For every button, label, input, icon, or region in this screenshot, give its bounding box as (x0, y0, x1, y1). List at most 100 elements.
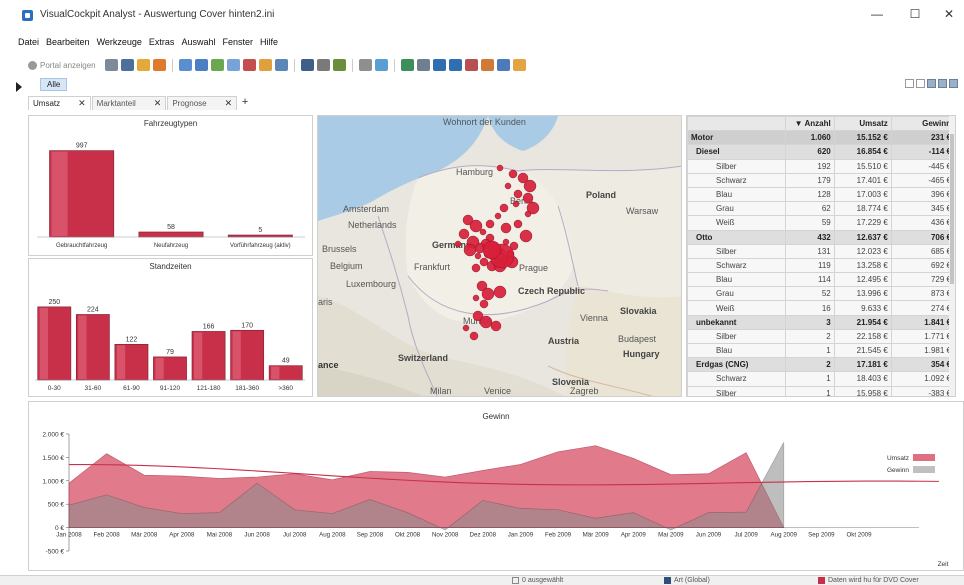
add-tab-button[interactable]: + (238, 96, 252, 110)
folder-icon[interactable] (136, 59, 150, 71)
tab-umsatz[interactable]: Umsatz ✕ (28, 96, 91, 110)
toolbar: Portal anzeigen (28, 57, 526, 73)
table-row[interactable]: Silber 1 15.958 € -383 € (687, 385, 955, 396)
wrench-icon[interactable] (358, 59, 372, 71)
menu-datei[interactable]: Datei (18, 37, 39, 51)
map-icon[interactable] (400, 59, 414, 71)
maximize-button[interactable]: ☐ (904, 6, 926, 22)
menu-fenster[interactable]: Fenster (222, 37, 253, 51)
grid-icon[interactable] (300, 59, 314, 71)
line-chart-icon[interactable] (210, 59, 224, 71)
row-label: Blau (687, 342, 786, 359)
close-icon[interactable]: ✕ (154, 98, 162, 109)
standing-times-chart[interactable]: 250 0-30 224 31-60 122 61-90 79 91-120 166 121-18… (29, 259, 312, 396)
view-grid-icon[interactable] (938, 79, 947, 88)
portal-button[interactable]: Portal anzeigen (28, 60, 96, 70)
pivot-table-panel: ▼ Anzahl Umsatz Gewinn Motor 1.060 15.152 … (686, 115, 956, 397)
menu-werkzeuge[interactable]: Werkzeuge (97, 37, 142, 51)
data-label: 997 (76, 143, 88, 150)
filter-icon[interactable] (316, 59, 330, 71)
status-info-text: Daten wird hu für DVD Cover (828, 577, 919, 584)
row-gewinn: -114 € (890, 144, 955, 160)
minimize-button[interactable]: — (866, 6, 888, 22)
tab-prognose[interactable]: Prognose ✕ (167, 96, 238, 110)
customer-marker (499, 203, 509, 213)
profit-chart[interactable]: Gewinn2.000 €1.500 €1.000 €500 €0 €-500 … (29, 402, 963, 570)
diamond-icon[interactable] (374, 59, 388, 71)
view-medium-icon[interactable] (916, 79, 925, 88)
scrollbar-thumb[interactable] (950, 134, 954, 284)
data-label: 58 (167, 224, 175, 231)
pivot-header-gewinn[interactable]: Gewinn (890, 116, 955, 132)
menu-extras[interactable]: Extras (149, 37, 175, 51)
table-row[interactable]: Otto 432 12.637 €706 € (687, 229, 955, 245)
table-row[interactable]: Grau 52 13.996 €873 € (687, 286, 955, 302)
table-row[interactable]: Weiß 59 17.229 €436 € (687, 215, 955, 231)
customer-location-map[interactable]: Wohnort der Kunden Poland Hamburg Berlin… (317, 115, 682, 397)
customer-cluster-marker (482, 240, 502, 260)
report-icon[interactable] (152, 59, 166, 71)
y-tick-label: 1.000 € (42, 478, 64, 485)
tab-marktanteil[interactable]: Marktanteil ✕ (91, 96, 167, 110)
table-row[interactable]: Erdgas (CNG) 2 17.181 €354 € (687, 357, 955, 373)
x-tick-label: Mai 2009 (658, 532, 684, 539)
pivot-scrollbar[interactable] (949, 116, 955, 396)
close-icon[interactable]: ✕ (78, 98, 86, 109)
row-umsatz: 21.545 € (833, 342, 892, 359)
table-row[interactable]: Diesel 620 16.854 € -114 € (687, 144, 955, 160)
row-gewinn: 274 € (890, 300, 955, 316)
gauge-icon[interactable] (258, 59, 272, 71)
view-list-icon[interactable] (927, 79, 936, 88)
menu-auswahl[interactable]: Auswahl (181, 37, 215, 51)
pivot-header-anzahl[interactable]: ▼ Anzahl (784, 116, 835, 132)
menu-hilfe[interactable]: Hilfe (260, 37, 278, 51)
row-umsatz: 13.996 € (833, 286, 892, 302)
table-row[interactable]: Schwarz 179 17.401 € -465 € (687, 172, 955, 188)
table-row[interactable]: Weiß 16 9.633 €274 € (687, 300, 955, 316)
window-icon[interactable] (178, 59, 192, 71)
vehicle-types-chart[interactable]: 997 Gebrauchtfahrzeug 58 Neufahrzeug 5 Vorfüh… (29, 116, 312, 255)
table-icon[interactable] (274, 59, 288, 71)
pie-chart-icon[interactable] (242, 59, 256, 71)
save-icon[interactable] (120, 59, 134, 71)
pivot-header-umsatz[interactable]: Umsatz (833, 116, 892, 132)
table-row[interactable]: Schwarz 1 18.403 €1.092 € (687, 371, 955, 387)
x-tick-label: 31-60 (85, 385, 102, 392)
table-row[interactable]: unbekannt 3 21.954 €1.841 € (687, 314, 955, 330)
close-icon[interactable]: ✕ (225, 98, 233, 109)
row-anzahl: 2 (784, 328, 835, 345)
print-icon[interactable] (480, 59, 494, 71)
x-tick-label: Mai 2008 (207, 532, 233, 539)
table-row[interactable]: Blau 1 21.545 €1.981 € (687, 342, 955, 359)
table-row[interactable]: Blau 114 12.495 €729 € (687, 272, 955, 288)
menu-bearbeiten[interactable]: Bearbeiten (46, 37, 90, 51)
view-detail-icon[interactable] (949, 79, 958, 88)
table-row[interactable]: Motor 1.060 15.152 €231 € (687, 130, 955, 146)
table-row[interactable]: Silber 192 15.510 € -445 € (687, 158, 955, 174)
table-row[interactable]: Blau 128 17.003 €396 € (687, 186, 955, 203)
row-label: Schwarz (687, 172, 786, 188)
zoom-out-icon[interactable] (448, 59, 462, 71)
bar-chart-icon[interactable] (194, 59, 208, 71)
export-icon[interactable] (464, 59, 478, 71)
table-row[interactable]: Grau 62 18.774 €345 € (687, 201, 955, 217)
table-row[interactable]: Silber 131 12.023 €685 € (687, 243, 955, 259)
view-small-icon[interactable] (905, 79, 914, 88)
filter-all-pill[interactable]: Alle (40, 78, 68, 91)
tree-icon[interactable] (332, 59, 346, 71)
scatter-chart-icon[interactable] (226, 59, 240, 71)
frame-icon[interactable] (416, 59, 430, 71)
toolbar-separator (393, 58, 395, 72)
title-bar: VisualCockpit Analyst - Auswertung Cover… (0, 0, 964, 30)
close-button[interactable]: ✕ (938, 6, 960, 22)
status-bar: 0 ausgewählt Art (Global) Daten wird hu … (0, 575, 964, 585)
table-row[interactable]: Schwarz 119 13.258 €692 € (687, 257, 955, 274)
row-gewinn: 1.841 € (890, 314, 955, 330)
customer-marker (513, 219, 523, 229)
customer-markers[interactable] (318, 116, 682, 397)
table-row[interactable]: Silber 2 22.158 €1.771 € (687, 328, 955, 345)
monitor-icon[interactable] (496, 59, 510, 71)
zoom-icon[interactable] (432, 59, 446, 71)
present-icon[interactable] (512, 59, 526, 71)
open-icon[interactable] (104, 59, 118, 71)
